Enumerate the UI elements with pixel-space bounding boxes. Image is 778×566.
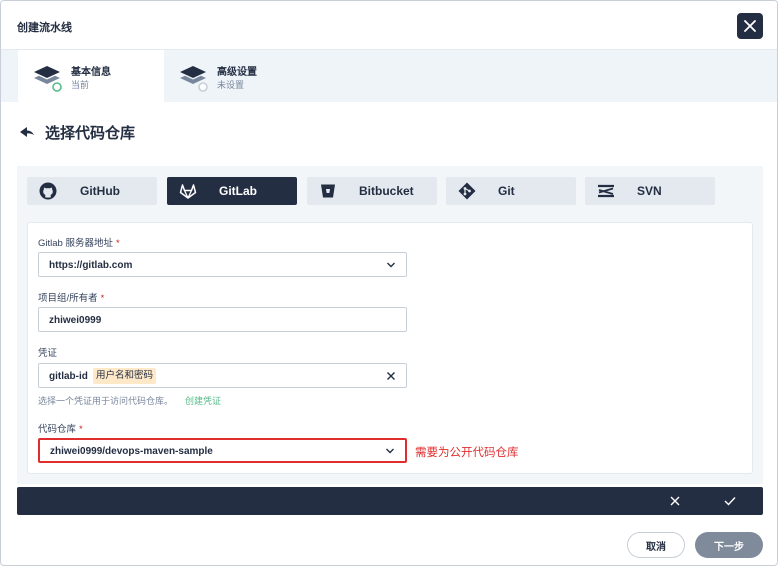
- tab-svn[interactable]: SVN: [585, 177, 715, 205]
- step-bar: 基本信息 当前 高级设置 未设置: [1, 50, 777, 102]
- bitbucket-icon: [321, 184, 335, 198]
- step-advanced-settings[interactable]: 高级设置 未设置: [164, 50, 304, 102]
- create-credential-link[interactable]: 创建凭证: [185, 396, 221, 406]
- gitlab-icon: [179, 184, 197, 199]
- layers-icon: [34, 66, 62, 92]
- tab-gitlab[interactable]: GitLab: [167, 177, 297, 205]
- credential-help-text: 选择一个凭证用于访问代码仓库。: [38, 396, 174, 406]
- step-title: 基本信息: [71, 67, 111, 78]
- server-value: https://gitlab.com: [49, 260, 133, 271]
- tab-bitbucket[interactable]: Bitbucket: [307, 177, 437, 205]
- chevron-down-icon: [386, 448, 394, 454]
- page-title: 选择代码仓库: [45, 124, 136, 142]
- tab-label: SVN: [637, 184, 662, 198]
- step-status: 未设置: [217, 80, 245, 90]
- owner-value: zhiwei0999: [49, 315, 102, 326]
- credential-type-tag: 用户名和密码: [93, 368, 157, 384]
- step-basic-info[interactable]: 基本信息 当前: [18, 50, 164, 102]
- back-row: 选择代码仓库: [19, 121, 135, 143]
- tab-github[interactable]: GitHub: [27, 177, 157, 205]
- step-title: 高级设置: [217, 67, 257, 78]
- clear-icon[interactable]: [386, 371, 396, 381]
- tab-git[interactable]: Git: [446, 177, 576, 205]
- svn-icon: [598, 184, 614, 198]
- tab-label: Bitbucket: [359, 184, 414, 198]
- owner-label: 项目组/所有者 *: [38, 293, 105, 304]
- git-icon: [458, 182, 476, 200]
- public-repo-annotation: 需要为公开代码仓库: [415, 447, 519, 459]
- confirm-bar: [17, 487, 763, 515]
- create-pipeline-dialog: 创建流水线 基本信息 当前 高级设置 未设置 选择代码仓库 GitHub Git…: [0, 0, 778, 566]
- tab-label: GitHub: [80, 184, 120, 198]
- dialog-title: 创建流水线: [17, 22, 72, 34]
- repo-select[interactable]: zhiwei0999/devops-maven-sample: [38, 438, 407, 463]
- close-icon: [744, 20, 756, 32]
- credential-value: gitlab-id: [49, 371, 88, 382]
- credential-help: 选择一个凭证用于访问代码仓库。 创建凭证: [38, 394, 221, 407]
- repo-panel: GitHub GitLab Bitbucket Git SVN Gitlab 服…: [17, 166, 763, 484]
- check-icon[interactable]: [723, 495, 737, 507]
- step-status: 当前: [71, 80, 90, 90]
- repo-form: Gitlab 服务器地址 * https://gitlab.com 项目组/所有者…: [27, 222, 753, 474]
- back-arrow-icon[interactable]: [19, 124, 35, 140]
- github-icon: [39, 182, 57, 200]
- cancel-button[interactable]: 取消: [627, 532, 685, 558]
- credential-select[interactable]: gitlab-id 用户名和密码: [38, 363, 407, 388]
- server-label: Gitlab 服务器地址 *: [38, 238, 120, 249]
- tab-label: Git: [498, 184, 515, 198]
- chevron-down-icon: [387, 262, 395, 268]
- dialog-header: 创建流水线: [1, 1, 777, 50]
- next-button[interactable]: 下一步: [695, 532, 763, 558]
- layers-icon: [180, 66, 208, 92]
- close-icon[interactable]: [669, 495, 681, 507]
- credential-label: 凭证: [38, 348, 58, 359]
- tab-label: GitLab: [219, 184, 257, 198]
- server-select[interactable]: https://gitlab.com: [38, 252, 407, 277]
- repo-label: 代码仓库 *: [38, 424, 83, 435]
- repo-value: zhiwei0999/devops-maven-sample: [50, 446, 213, 457]
- owner-input[interactable]: zhiwei0999: [38, 307, 407, 332]
- close-button[interactable]: [737, 13, 763, 39]
